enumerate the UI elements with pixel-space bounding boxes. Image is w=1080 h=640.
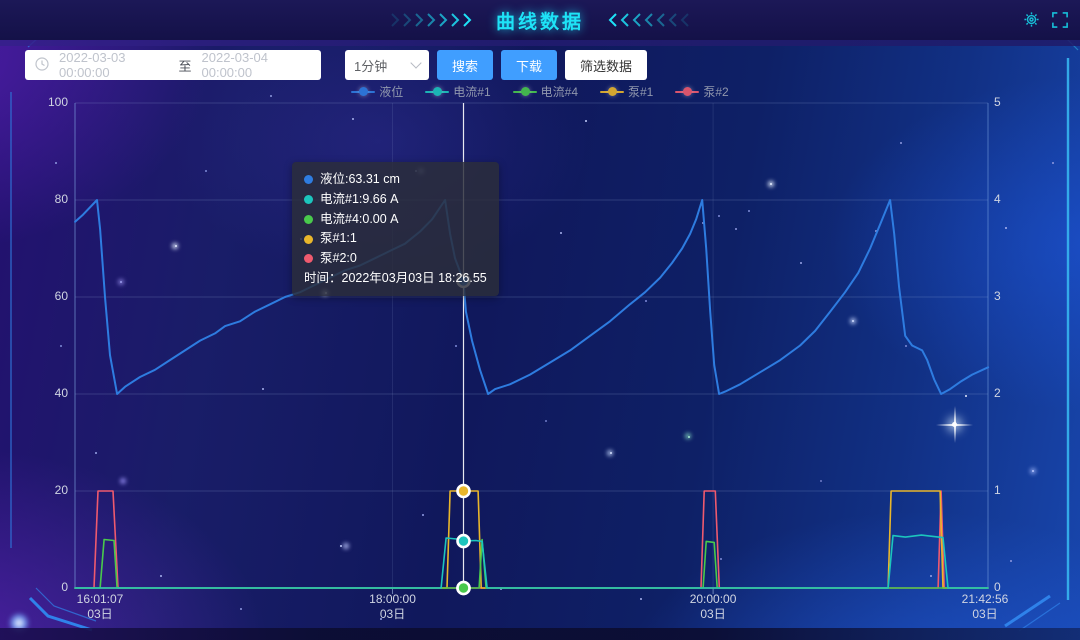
legend-item-current-4[interactable]: 电流#4 (513, 83, 578, 100)
date-end-value: 2022-03-04 00:00:00 (202, 50, 311, 80)
interval-select[interactable]: 1分钟 (345, 50, 429, 80)
page-title: 曲线数据 (496, 7, 584, 34)
legend-marker (675, 91, 699, 93)
y-tick-label: 4 (994, 192, 1024, 206)
x-tick-label: 18:00:0003日 (348, 592, 438, 622)
title-chevrons-right (604, 13, 690, 27)
filter-data-button[interactable]: 筛选数据 (565, 50, 647, 80)
datetime-range-input[interactable]: 2022-03-03 00:00:00 至 2022-03-04 00:00:0… (25, 50, 321, 80)
series-dot (304, 195, 313, 204)
bottom-edge (0, 628, 1080, 640)
y-tick-label: 20 (30, 483, 68, 497)
page-header: 曲线数据 (0, 0, 1080, 40)
y-tick-label: 3 (994, 289, 1024, 303)
download-button[interactable]: 下载 (501, 50, 557, 80)
legend-marker (513, 91, 537, 93)
legend-item-current-1[interactable]: 电流#1 (425, 83, 490, 100)
chevron-down-icon (410, 57, 421, 68)
x-tick-label: 16:01:0703日 (55, 592, 145, 622)
tooltip-row: 液位:63.31 cm (304, 170, 487, 190)
series-dot (304, 254, 313, 263)
y-tick-label: 80 (30, 192, 68, 206)
date-start-value: 2022-03-03 00:00:00 (59, 50, 168, 80)
fullscreen-icon[interactable] (1052, 12, 1068, 28)
series-dot (304, 235, 313, 244)
legend-marker (425, 91, 449, 93)
tooltip-time: 时间：2022年03月03日 18:26.55 (304, 269, 487, 289)
y-tick-label: 2 (994, 386, 1024, 400)
toolbar: 2022-03-03 00:00:00 至 2022-03-04 00:00:0… (25, 50, 647, 80)
chart-legend: 液位 电流#1 电流#4 泵#1 泵#2 (0, 83, 1080, 100)
gear-icon[interactable] (1023, 11, 1040, 28)
legend-marker (600, 91, 624, 93)
legend-marker (351, 91, 375, 93)
chart-tooltip: 液位:63.31 cm 电流#1:9.66 A 电流#4:0.00 A 泵#1:… (292, 162, 499, 296)
legend-item-liquid-level[interactable]: 液位 (351, 83, 403, 100)
legend-item-pump-1[interactable]: 泵#1 (600, 83, 653, 100)
series-dot (304, 215, 313, 224)
date-range-separator: 至 (178, 56, 191, 75)
x-tick-label: 20:00:0003日 (668, 592, 758, 622)
tooltip-row: 泵#2:0 (304, 249, 487, 269)
header-accent-band (0, 40, 1080, 46)
y-tick-label: 40 (30, 386, 68, 400)
tooltip-row: 电流#1:9.66 A (304, 190, 487, 210)
tooltip-row: 泵#1:1 (304, 229, 487, 249)
clock-icon (35, 57, 49, 74)
dashboard: 曲线数据 (0, 0, 1080, 640)
series-dot (304, 175, 313, 184)
x-tick-label: 21:42:5603日 (940, 592, 1030, 622)
title-chevrons-left (390, 13, 476, 27)
y-tick-label: 100 (30, 95, 68, 109)
search-button[interactable]: 搜索 (437, 50, 493, 80)
y-tick-label: 1 (994, 483, 1024, 497)
interval-value: 1分钟 (354, 56, 387, 75)
legend-item-pump-2[interactable]: 泵#2 (675, 83, 728, 100)
y-tick-label: 5 (994, 95, 1024, 109)
y-tick-label: 60 (30, 289, 68, 303)
tooltip-row: 电流#4:0.00 A (304, 210, 487, 230)
